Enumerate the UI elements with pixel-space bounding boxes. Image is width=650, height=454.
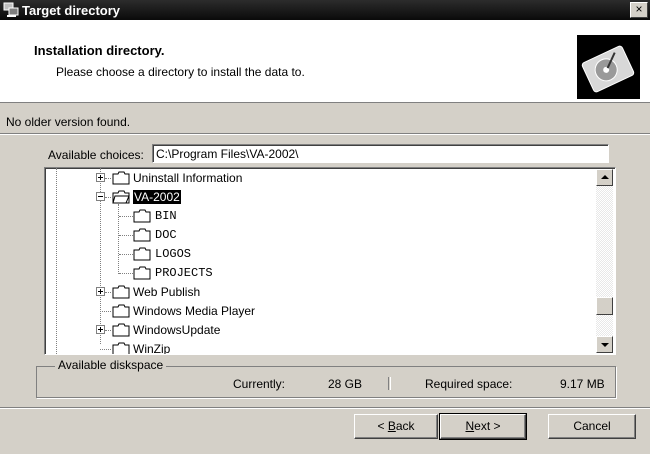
tree-item-label: LOGOS <box>155 247 192 261</box>
scroll-up-button[interactable] <box>596 169 613 186</box>
tree-item-label: Web Publish <box>133 285 201 299</box>
setup-computer-icon <box>3 2 19 17</box>
status-text: No older version found. <box>6 115 131 129</box>
folder-icon <box>133 228 151 242</box>
folder-icon <box>112 323 130 337</box>
currently-value: 28 GB <box>328 377 363 391</box>
cancel-button[interactable]: Cancel <box>548 414 636 439</box>
required-space-label: Required space: <box>425 377 513 391</box>
folder-icon <box>112 171 130 185</box>
next-button[interactable]: Next > <box>439 413 527 440</box>
tree-branch <box>100 349 111 350</box>
arrow-down-icon <box>601 343 609 347</box>
folder-icon <box>133 266 151 280</box>
header-panel: Installation directory. Please choose a … <box>0 20 650 103</box>
separator <box>0 407 650 409</box>
close-button[interactable]: × <box>630 2 648 18</box>
tree-item-label: WinZip <box>133 342 171 355</box>
back-button[interactable]: < Back <box>354 414 438 439</box>
tree-item-va-2002[interactable]: VA-2002 <box>95 188 395 206</box>
arrow-up-icon <box>601 175 609 179</box>
diskspace-legend: Available diskspace <box>55 358 167 372</box>
expand-icon[interactable] <box>96 173 105 182</box>
folder-icon <box>133 247 151 261</box>
next-button-rest: ext > <box>474 419 501 433</box>
tree-item-label: DOC <box>155 228 177 242</box>
tree-scrollbar[interactable] <box>596 169 613 353</box>
tree-item-doc[interactable]: DOC <box>119 226 319 244</box>
tree-branch <box>105 178 111 179</box>
tree-branch <box>119 273 133 274</box>
next-button-accesskey: N <box>465 419 475 433</box>
tree-branch <box>105 330 111 331</box>
back-button-rest: ack <box>395 419 415 433</box>
tree-branch <box>105 197 111 198</box>
header-subtitle: Please choose a directory to install the… <box>56 65 305 79</box>
hard-disk-icon <box>577 35 640 99</box>
tree-item-bin[interactable]: BIN <box>119 207 319 225</box>
tree-item-projects[interactable]: PROJECTS <box>119 264 319 282</box>
expand-icon[interactable] <box>96 325 105 334</box>
tree-branch <box>100 311 111 312</box>
expand-icon[interactable] <box>96 287 105 296</box>
tree-branch <box>105 292 111 293</box>
tree-item-windows-media-player[interactable]: Windows Media Player <box>95 302 395 320</box>
collapse-icon[interactable] <box>96 192 105 201</box>
tree-item-web-publish[interactable]: Web Publish <box>95 283 395 301</box>
tree-item-label: Windows Media Player <box>133 304 256 318</box>
path-input[interactable] <box>152 144 609 163</box>
open-folder-icon <box>112 190 130 204</box>
tree-item-logos[interactable]: LOGOS <box>119 245 319 263</box>
separator <box>0 133 650 135</box>
tree-branch <box>119 216 133 217</box>
folder-icon <box>112 285 130 299</box>
tree-item-windowsupdate[interactable]: WindowsUpdate <box>95 321 395 339</box>
window-title: Target directory <box>22 3 121 18</box>
currently-label: Currently: <box>233 377 286 391</box>
directory-tree[interactable]: Uninstall Information VA-2002 BIN DOC LO… <box>44 167 616 355</box>
tree-item-label: BIN <box>155 209 177 223</box>
tree-guide-line <box>56 168 57 354</box>
tree-item-label: WindowsUpdate <box>133 323 221 337</box>
divider <box>388 377 391 390</box>
scroll-thumb[interactable] <box>596 297 613 315</box>
title-bar: Target directory × <box>0 0 650 20</box>
tree-item-label: Uninstall Information <box>133 171 243 185</box>
header-title: Installation directory. <box>34 43 165 58</box>
tree-item-uninstall-information[interactable]: Uninstall Information <box>95 169 395 187</box>
folder-icon <box>112 342 130 354</box>
tree-item-label: VA-2002 <box>133 190 181 204</box>
folder-icon <box>133 209 151 223</box>
back-button-accesskey: B <box>387 419 396 433</box>
diskspace-group: Available diskspace Currently: 28 GB Req… <box>36 358 616 398</box>
required-space-value: 9.17 MB <box>560 377 605 391</box>
tree-item-winzip[interactable]: WinZip <box>95 340 395 355</box>
tree-item-label: PROJECTS <box>155 266 213 280</box>
folder-icon <box>112 304 130 318</box>
scroll-down-button[interactable] <box>596 336 613 353</box>
available-choices-label: Available choices: <box>48 148 144 162</box>
tree-branch <box>119 235 133 236</box>
tree-branch <box>119 254 133 255</box>
back-button-prefix: < <box>377 419 388 433</box>
